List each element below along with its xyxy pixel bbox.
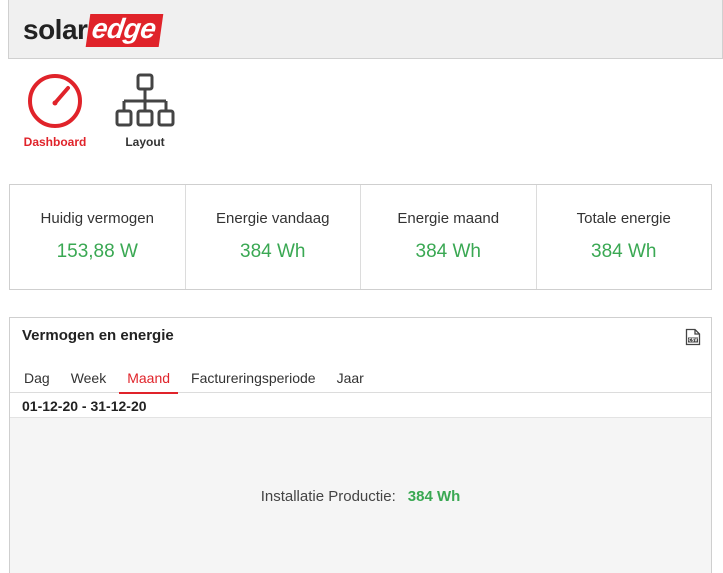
kpi-value: 384 Wh: [591, 241, 657, 262]
nav-label-layout: Layout: [125, 135, 165, 149]
production-value: 384 Wh: [407, 487, 461, 505]
panel-title: Vermogen en energie: [22, 327, 174, 344]
speedometer-icon: [23, 70, 87, 132]
kpi-energy-month: Energie maand 384 Wh: [361, 185, 537, 289]
svg-text:CSV: CSV: [689, 338, 699, 343]
kpi-label: Totale energie: [576, 210, 671, 227]
logo-edge-text: edge: [86, 13, 165, 47]
kpi-value: 384 Wh: [415, 241, 481, 262]
tab-year[interactable]: Jaar: [329, 366, 372, 393]
tab-month[interactable]: Maand: [119, 366, 178, 394]
kpi-energy-today: Energie vandaag 384 Wh: [186, 185, 361, 289]
date-range: 01-12-20 - 31-12-20: [22, 398, 147, 414]
kpi-summary: Huidig vermogen 153,88 W Energie vandaag…: [9, 184, 712, 290]
nav-label-dashboard: Dashboard: [23, 135, 87, 149]
kpi-value: 384 Wh: [240, 241, 306, 262]
main-nav: Dashboard Layout: [10, 70, 190, 149]
kpi-label: Energie vandaag: [216, 210, 330, 227]
tab-week[interactable]: Week: [63, 366, 115, 393]
nav-item-layout[interactable]: Layout: [100, 70, 190, 149]
tab-billing-period[interactable]: Factureringsperiode: [183, 366, 324, 393]
kpi-label: Huidig vermogen: [40, 210, 154, 227]
kpi-current-power: Huidig vermogen 153,88 W: [10, 185, 186, 289]
period-tabs: Dag Week Maand Factureringsperiode Jaar: [10, 366, 711, 394]
app-header: solar edge: [8, 0, 723, 59]
site-layout-icon: [113, 70, 177, 132]
kpi-total-energy: Totale energie 384 Wh: [537, 185, 712, 289]
kpi-value: 153,88 W: [56, 241, 138, 262]
production-chart-area: Installatie Productie: 384 Wh: [10, 417, 711, 573]
kpi-label: Energie maand: [397, 210, 500, 227]
power-energy-panel: Vermogen en energie CSV Dag Week Maand F…: [9, 317, 712, 573]
production-label: Installatie Productie:: [260, 487, 396, 505]
tab-day[interactable]: Dag: [16, 366, 58, 393]
nav-item-dashboard[interactable]: Dashboard: [10, 70, 100, 149]
logo-solar-text: solar: [23, 14, 88, 45]
csv-export-icon[interactable]: CSV: [685, 328, 701, 346]
solaredge-logo[interactable]: solar edge: [23, 13, 165, 47]
